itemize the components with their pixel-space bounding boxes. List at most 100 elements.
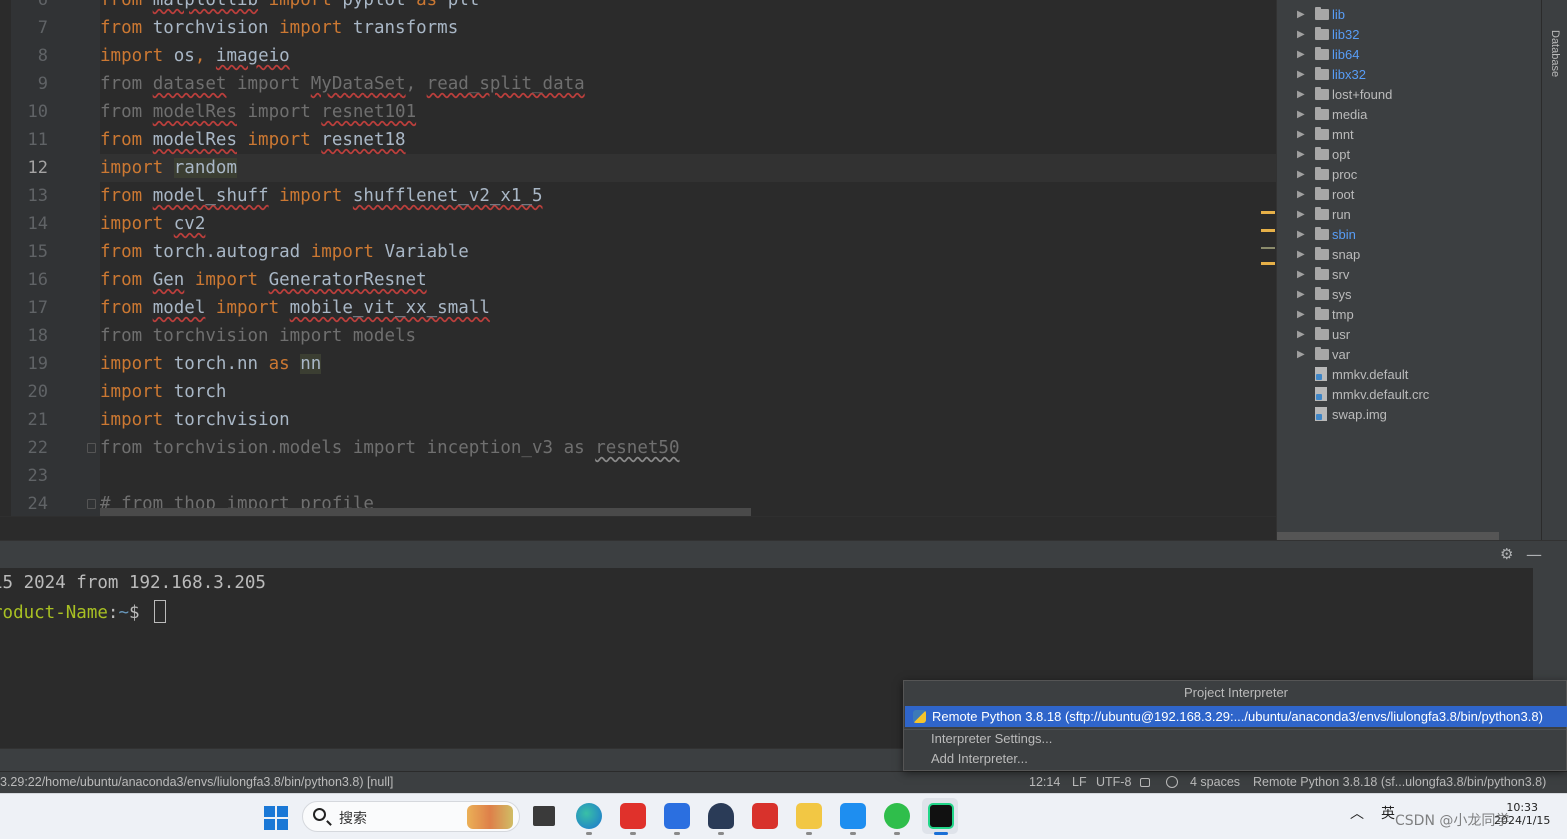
line-number: 24 bbox=[27, 494, 48, 514]
code-line[interactable]: import torchvision bbox=[100, 406, 290, 434]
expand-arrow-icon[interactable]: ▶ bbox=[1297, 29, 1315, 40]
tree-folder[interactable]: ▶ lib bbox=[1297, 4, 1345, 24]
file-encoding[interactable]: UTF-8 bbox=[1096, 775, 1131, 789]
code-line[interactable]: from model_shuff import shufflenet_v2_x1… bbox=[100, 182, 543, 210]
code-line[interactable]: import os, imageio bbox=[100, 42, 290, 70]
lock-icon[interactable] bbox=[1140, 778, 1150, 787]
status-bar: 3.29:22/home/ubuntu/anaconda3/envs/liulo… bbox=[0, 771, 1567, 793]
tree-folder[interactable]: ▶ root bbox=[1297, 184, 1354, 204]
fold-marker[interactable] bbox=[87, 499, 96, 509]
expand-arrow-icon[interactable]: ▶ bbox=[1297, 269, 1315, 280]
gear-icon[interactable]: ⚙ bbox=[1500, 545, 1513, 563]
tree-folder[interactable]: ▶ mnt bbox=[1297, 124, 1354, 144]
tree-folder[interactable]: ▶ lib64 bbox=[1297, 44, 1359, 64]
code-line[interactable]: import torch.nn as nn bbox=[100, 350, 322, 378]
code-line-unused[interactable]: from torchvision.models import inception… bbox=[100, 434, 679, 462]
file-explorer-icon[interactable] bbox=[796, 803, 822, 829]
code-line[interactable]: from Gen import GeneratorResnet bbox=[100, 266, 427, 294]
expand-arrow-icon[interactable]: ▶ bbox=[1297, 229, 1315, 240]
code-line[interactable]: import torch bbox=[100, 378, 226, 406]
line-separator[interactable]: LF bbox=[1072, 775, 1087, 789]
tree-folder[interactable]: ▶ lib32 bbox=[1297, 24, 1359, 44]
warning-marker[interactable] bbox=[1261, 262, 1275, 265]
expand-arrow-icon[interactable]: ▶ bbox=[1297, 189, 1315, 200]
windows-start-icon[interactable] bbox=[264, 806, 288, 830]
tree-folder[interactable]: ▶ usr bbox=[1297, 324, 1350, 344]
taskbar-search[interactable]: 搜索 bbox=[302, 801, 520, 832]
database-tool-tab[interactable]: Database bbox=[1549, 30, 1561, 77]
horizontal-scrollbar[interactable] bbox=[100, 508, 751, 516]
code-line[interactable]: from matplotlib import pyplot as plt bbox=[100, 0, 479, 14]
minimize-icon[interactable]: — bbox=[1526, 545, 1542, 564]
tree-folder[interactable]: ▶ srv bbox=[1297, 264, 1349, 284]
tree-folder[interactable]: ▶ snap bbox=[1297, 244, 1360, 264]
expand-arrow-icon[interactable]: ▶ bbox=[1297, 69, 1315, 80]
code-line-unused[interactable]: from dataset import MyDataSet, read_spli… bbox=[100, 70, 585, 98]
expand-arrow-icon[interactable]: ▶ bbox=[1297, 209, 1315, 220]
task-view-icon[interactable] bbox=[533, 806, 555, 826]
terminal-prompt[interactable]: roduct-Name:~$ bbox=[0, 600, 167, 623]
wps-writer-icon[interactable] bbox=[752, 803, 778, 829]
fold-marker[interactable] bbox=[87, 443, 96, 453]
code-editor[interactable]: 6 7 8 9 10 11 12 13 14 15 16 17 18 19 20… bbox=[0, 0, 1276, 540]
edge-browser-icon[interactable] bbox=[576, 803, 602, 829]
expand-arrow-icon[interactable]: ▶ bbox=[1297, 49, 1315, 60]
wechat-icon[interactable] bbox=[884, 803, 910, 829]
inspector-icon[interactable] bbox=[1166, 776, 1178, 788]
interpreter-widget[interactable]: Remote Python 3.8.18 (sf...ulongfa3.8/bi… bbox=[1253, 775, 1546, 789]
expand-arrow-icon[interactable]: ▶ bbox=[1297, 309, 1315, 320]
caret-position[interactable]: 12:14 bbox=[1029, 775, 1060, 789]
code-line-current[interactable]: import random bbox=[100, 154, 237, 182]
code-line[interactable]: from torch.autograd import Variable bbox=[100, 238, 469, 266]
tree-folder[interactable]: ▶ sys bbox=[1297, 284, 1352, 304]
tree-folder[interactable]: ▶ run bbox=[1297, 204, 1351, 224]
code-line[interactable]: from model import mobile_vit_xx_small bbox=[100, 294, 490, 322]
tree-folder[interactable]: ▶ tmp bbox=[1297, 304, 1354, 324]
browser-app-icon[interactable] bbox=[664, 803, 690, 829]
expand-arrow-icon[interactable]: ▶ bbox=[1297, 169, 1315, 180]
cat-app-icon[interactable] bbox=[708, 803, 734, 829]
warning-marker[interactable] bbox=[1261, 211, 1275, 214]
expand-arrow-icon[interactable]: ▶ bbox=[1297, 129, 1315, 140]
tree-file[interactable]: mmkv.default.crc bbox=[1297, 384, 1429, 404]
project-tree[interactable]: ▶ lib ▶ lib32 ▶ lib64 ▶ libx32 ▶ lost+found ▶… bbox=[1276, 0, 1541, 540]
terminal-scrollbar[interactable] bbox=[1533, 568, 1567, 680]
interpreter-option-selected[interactable]: Remote Python 3.8.18 (sftp://ubuntu@192.… bbox=[905, 706, 1567, 727]
tree-horizontal-scrollbar[interactable] bbox=[1277, 532, 1499, 540]
code-line-unused[interactable]: from torchvision import models bbox=[100, 322, 416, 350]
code-line[interactable]: import cv2 bbox=[100, 210, 205, 238]
warning-marker[interactable] bbox=[1261, 229, 1275, 232]
search-icon bbox=[313, 808, 326, 821]
tree-folder[interactable]: ▶ lost+found bbox=[1297, 84, 1392, 104]
interpreter-popup[interactable]: Project Interpreter Remote Python 3.8.18… bbox=[903, 680, 1567, 771]
code-line-unused[interactable]: from modelRes import resnet101 bbox=[100, 98, 416, 126]
expand-arrow-icon[interactable]: ▶ bbox=[1297, 109, 1315, 120]
tree-file[interactable]: swap.img bbox=[1297, 404, 1387, 424]
wps-office-icon[interactable] bbox=[620, 803, 646, 829]
expand-arrow-icon[interactable]: ▶ bbox=[1297, 329, 1315, 340]
tree-folder[interactable]: ▶ proc bbox=[1297, 164, 1357, 184]
indent-setting[interactable]: 4 spaces bbox=[1190, 775, 1240, 789]
expand-arrow-icon[interactable]: ▶ bbox=[1297, 349, 1315, 360]
ime-indicator[interactable]: 英 bbox=[1381, 803, 1395, 823]
code-line[interactable]: from modelRes import resnet18 bbox=[100, 126, 406, 154]
tree-file[interactable]: mmkv.default bbox=[1297, 364, 1408, 384]
tray-chevron-icon[interactable]: ︿ bbox=[1350, 803, 1364, 823]
feishu-icon[interactable] bbox=[840, 803, 866, 829]
weak-warning-marker[interactable] bbox=[1261, 247, 1275, 249]
expand-arrow-icon[interactable]: ▶ bbox=[1297, 9, 1315, 20]
expand-arrow-icon[interactable]: ▶ bbox=[1297, 289, 1315, 300]
code-line[interactable]: from torchvision import transforms bbox=[100, 14, 458, 42]
add-interpreter-item[interactable]: Add Interpreter... bbox=[931, 749, 1028, 769]
tree-folder[interactable]: ▶ var bbox=[1297, 344, 1350, 364]
expand-arrow-icon[interactable]: ▶ bbox=[1297, 89, 1315, 100]
tree-folder[interactable]: ▶ sbin bbox=[1297, 224, 1356, 244]
pycharm-icon[interactable] bbox=[928, 803, 954, 829]
interpreter-settings-item[interactable]: Interpreter Settings... bbox=[931, 729, 1052, 749]
tree-folder[interactable]: ▶ opt bbox=[1297, 144, 1350, 164]
tree-folder[interactable]: ▶ media bbox=[1297, 104, 1367, 124]
expand-arrow-icon[interactable]: ▶ bbox=[1297, 149, 1315, 160]
tree-folder[interactable]: ▶ libx32 bbox=[1297, 64, 1366, 84]
expand-arrow-icon[interactable]: ▶ bbox=[1297, 249, 1315, 260]
terminal-cursor bbox=[154, 600, 167, 623]
